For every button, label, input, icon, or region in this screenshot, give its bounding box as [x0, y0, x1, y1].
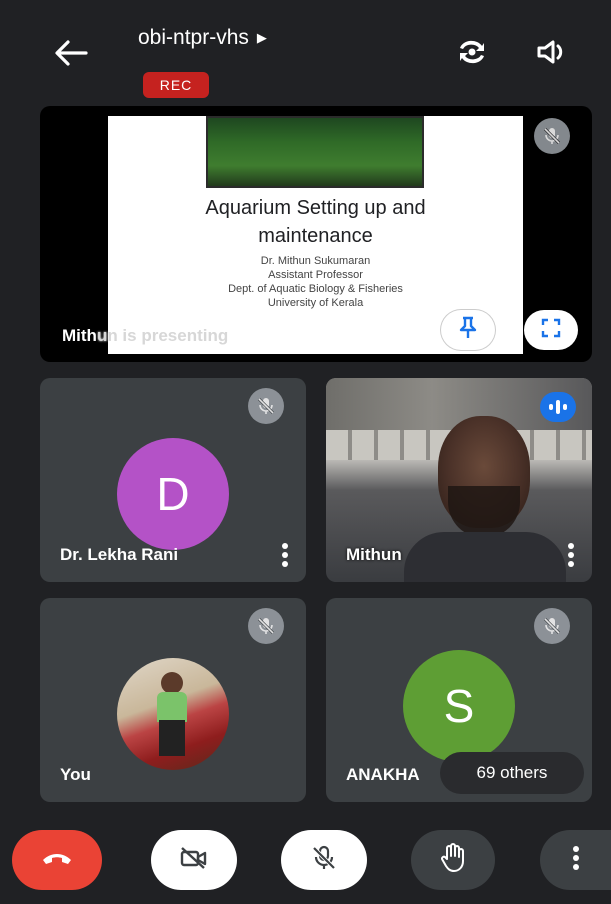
participant-name: You: [60, 765, 91, 784]
more-options-icon: [571, 845, 581, 876]
participant-video: [404, 416, 566, 582]
avatar: D: [117, 438, 229, 550]
mic-toggle-button[interactable]: [281, 830, 367, 890]
participant-tile[interactable]: You: [40, 598, 306, 802]
participant-tile[interactable]: S ANAKHA 69 others: [326, 598, 592, 802]
more-options-icon[interactable]: [566, 542, 576, 573]
mic-off-icon: [248, 388, 284, 424]
slide-university: University of Kerala: [267, 297, 364, 309]
avatar-photo: [117, 658, 229, 770]
pin-button[interactable]: [441, 310, 495, 350]
presentation-tile[interactable]: Aquarium Setting up and maintenance Dr. M…: [40, 106, 592, 362]
end-call-button[interactable]: [12, 830, 102, 890]
mic-off-icon: [534, 608, 570, 644]
camera-toggle-button[interactable]: [151, 830, 237, 890]
participant-tile[interactable]: Mithun: [326, 378, 592, 582]
raise-hand-icon: [440, 842, 466, 878]
slide-title: Aquarium Setting up and maintenance: [205, 197, 426, 247]
aquarium-image: [206, 116, 424, 188]
meeting-code: obi-ntpr-vhs: [138, 26, 249, 49]
pin-icon: [457, 316, 479, 345]
slide-department: Dept. of Aquatic Biology & Fisheries: [228, 283, 403, 295]
mic-off-icon: [311, 845, 337, 876]
speaking-indicator-icon: [540, 392, 576, 422]
more-options-button[interactable]: [540, 830, 611, 890]
speaker-icon[interactable]: [532, 32, 572, 72]
more-options-icon[interactable]: [280, 542, 290, 573]
avatar: S: [403, 650, 515, 762]
presenting-label: Mithun is presenting: [62, 326, 229, 345]
participant-name: Mithun: [346, 545, 402, 564]
raise-hand-button[interactable]: [411, 830, 495, 890]
participant-name: ANAKHA: [346, 765, 420, 784]
mic-off-icon: [248, 608, 284, 644]
mic-off-icon: [534, 118, 570, 154]
participant-tile[interactable]: D Dr. Lekha Rani: [40, 378, 306, 582]
fullscreen-icon: [541, 318, 561, 343]
back-arrow-icon[interactable]: [52, 38, 88, 68]
slide-author: Dr. Mithun Sukumaran: [260, 255, 371, 267]
top-bar: obi-ntpr-vhs ▶ REC: [0, 0, 611, 110]
end-call-icon: [40, 850, 74, 871]
expand-arrow-icon: ▶: [256, 30, 267, 45]
camera-off-icon: [179, 846, 209, 875]
switch-camera-icon[interactable]: [452, 32, 492, 72]
slide-position: Assistant Professor: [268, 269, 363, 281]
rec-badge: REC: [143, 72, 209, 98]
fullscreen-button[interactable]: [524, 310, 578, 350]
others-count-button[interactable]: 69 others: [440, 752, 584, 794]
meeting-title[interactable]: obi-ntpr-vhs ▶: [138, 26, 267, 50]
participant-name: Dr. Lekha Rani: [60, 545, 179, 564]
